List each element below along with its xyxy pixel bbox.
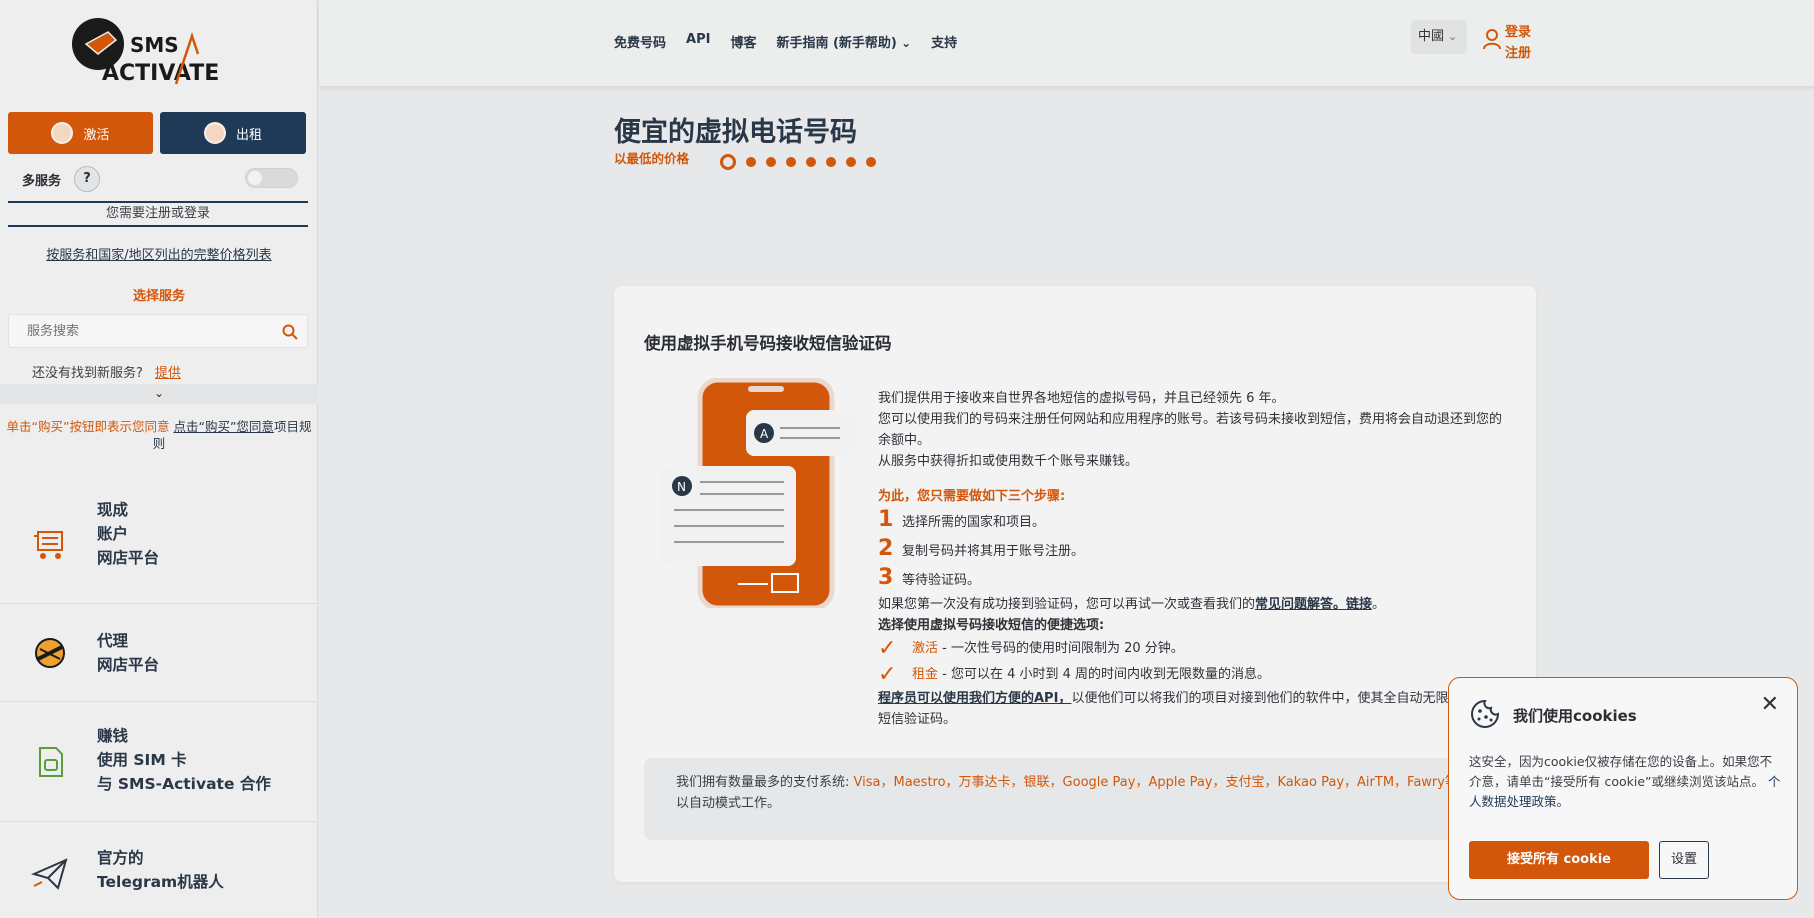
payment-systems: 我们拥有数量最多的支付系统: Visa，Maestro，万事达卡，银联，Goog… bbox=[644, 758, 1506, 840]
svg-text:N: N bbox=[677, 480, 686, 494]
main-nav: 免费号码 API 博客 新手指南 (新手帮助) 支持 bbox=[614, 32, 957, 51]
faq-link[interactable]: 常见问题解答。链接 bbox=[1255, 597, 1372, 612]
nav-api[interactable]: API bbox=[686, 32, 710, 51]
steps-title: 为此，您只需要做如下三个步骤: bbox=[878, 489, 1066, 504]
retry-text: 如果您第一次没有成功接到验证码，您可以再试一次或查看我们的常见问题解答。链接。 bbox=[878, 597, 1386, 612]
slider-dot[interactable] bbox=[766, 157, 776, 167]
info-card: 使用虚拟手机号码接收短信验证码 A N 我们提供用于接收来自世界各地短信的虚拟号… bbox=[614, 286, 1536, 882]
activate-button[interactable]: 激活 bbox=[8, 112, 153, 154]
options-title: 选择使用虚拟号码接收短信的便捷选项: bbox=[878, 618, 1105, 633]
svg-text:SMS: SMS bbox=[130, 33, 179, 57]
slider-dot[interactable] bbox=[720, 154, 736, 170]
terms-agreement: 单击“购买”按钮即表示您同意 点击“购买”您同意项目规则 bbox=[6, 419, 312, 451]
slider-dot[interactable] bbox=[746, 157, 756, 167]
cookie-title: 我们使用cookies bbox=[1513, 707, 1637, 725]
help-icon[interactable]: ? bbox=[74, 166, 100, 192]
terms-link[interactable]: 点击“购买”您同意 bbox=[173, 419, 273, 434]
svg-text:ACTIVATE: ACTIVATE bbox=[102, 61, 219, 86]
need-login-notice: 您需要注册或登录 bbox=[8, 201, 308, 227]
sms-activate-logo[interactable]: SMS ACTIVATE bbox=[68, 14, 248, 88]
card-content: 我们提供用于接收来自世界各地短信的虚拟号码，并且已经领先 6 年。 您可以使用我… bbox=[878, 388, 1508, 730]
hero-title: 便宜的虚拟电话号码 bbox=[614, 117, 857, 148]
promo-proxy[interactable]: 代理 网店平台 bbox=[0, 604, 318, 702]
chevron-down-icon: ⌄ bbox=[1448, 30, 1458, 43]
cookie-text: 这安全，因为cookie仅被存储在您的设备上。如果您不介意，请单击“接受所有 c… bbox=[1469, 754, 1781, 809]
telegram-icon bbox=[31, 858, 68, 890]
user-icon[interactable] bbox=[1482, 28, 1502, 50]
nav-beginners-guide[interactable]: 新手指南 (新手帮助) bbox=[776, 32, 911, 51]
api-link[interactable]: 程序员可以使用我们方便的API， bbox=[878, 691, 1071, 706]
slider-dot[interactable] bbox=[786, 157, 796, 167]
slider-dot[interactable] bbox=[866, 157, 876, 167]
rent-avatar-icon bbox=[203, 122, 226, 144]
price-list-link[interactable]: 按服务和国家/地区列出的完整价格列表 bbox=[0, 244, 318, 263]
promo-sim-earn[interactable]: 赚钱 使用 SIM 卡 与 SMS-Activate 合作 bbox=[0, 702, 318, 822]
cookie-settings-button[interactable]: 设置 bbox=[1659, 841, 1709, 879]
cookie-banner: 我们使用cookies ✕ 这安全，因为cookie仅被存储在您的设备上。如果您… bbox=[1448, 677, 1798, 900]
language-select[interactable]: 中國 ⌄ bbox=[1411, 20, 1467, 54]
choose-service-heading: 选择服务 bbox=[132, 289, 185, 304]
top-header: 免费号码 API 博客 新手指南 (新手帮助) 支持 中國⌄ 登录 注册 bbox=[319, 0, 1814, 86]
nav-free-numbers[interactable]: 免费号码 bbox=[614, 32, 666, 51]
multi-service-label: 多服务 bbox=[22, 174, 62, 189]
service-search-input[interactable] bbox=[9, 315, 259, 347]
svg-text:A: A bbox=[760, 427, 769, 441]
service-not-found: 还没有找到新服务? 提供 bbox=[32, 366, 181, 381]
phone-sms-illustration: A N bbox=[662, 378, 856, 608]
accept-cookies-button[interactable]: 接受所有 cookie bbox=[1469, 841, 1649, 879]
auth-links: 登录 注册 bbox=[1505, 22, 1531, 64]
multi-service-toggle[interactable] bbox=[245, 168, 298, 188]
service-search bbox=[8, 314, 308, 348]
close-icon[interactable]: ✕ bbox=[1761, 694, 1779, 716]
chevron-down-icon[interactable]: ⌄ bbox=[0, 384, 318, 404]
rent-button[interactable]: 出租 bbox=[160, 112, 306, 154]
sim-card-icon bbox=[39, 747, 63, 777]
check-icon: ✓ bbox=[878, 662, 897, 687]
option-rent: ✓ 租金 - 您可以在 4 小时到 4 周的时间内收到无限数量的消息。 bbox=[878, 662, 1271, 687]
step-item: 2 复制号码并将其用于账号注册。 bbox=[878, 536, 1085, 561]
login-link[interactable]: 登录 bbox=[1505, 22, 1531, 43]
search-icon[interactable] bbox=[281, 323, 299, 341]
nav-blog[interactable]: 博客 bbox=[730, 32, 756, 51]
hero-subtitle: 以最低的价格 bbox=[614, 151, 690, 166]
slider-dot[interactable] bbox=[826, 157, 836, 167]
slider-dots bbox=[720, 154, 876, 170]
step-item: 1 选择所需的国家和项目。 bbox=[878, 507, 1046, 532]
cookie-icon bbox=[1471, 699, 1500, 728]
slider-dot[interactable] bbox=[846, 157, 856, 167]
sidebar: SMS ACTIVATE 激活 出租 多服务 ? 您需要注册或登录 按服务和国家… bbox=[0, 0, 318, 918]
promo-ready-accounts[interactable]: 现成 账户 网店平台 bbox=[0, 488, 318, 604]
api-text: 程序员可以使用我们方便的API，以便他们可以将我们的项目对接到他们的软件中，使其… bbox=[878, 691, 1501, 727]
proxy-globe-icon bbox=[35, 638, 65, 668]
step-item: 3 等待验证码。 bbox=[878, 565, 981, 590]
card-title: 使用虚拟手机号码接收短信验证码 bbox=[644, 334, 892, 353]
register-link[interactable]: 注册 bbox=[1505, 43, 1531, 64]
shop-cart-icon bbox=[34, 531, 63, 559]
check-icon: ✓ bbox=[878, 636, 897, 661]
slider-dot[interactable] bbox=[806, 157, 816, 167]
promo-telegram-bot[interactable]: 官方的 Telegram机器人 bbox=[0, 822, 318, 918]
offer-link[interactable]: 提供 bbox=[155, 366, 181, 381]
nav-support[interactable]: 支持 bbox=[931, 32, 957, 51]
activate-avatar-icon bbox=[51, 122, 74, 144]
option-activation: ✓ 激活 - 一次性号码的使用时间限制为 20 分钟。 bbox=[878, 636, 1184, 661]
